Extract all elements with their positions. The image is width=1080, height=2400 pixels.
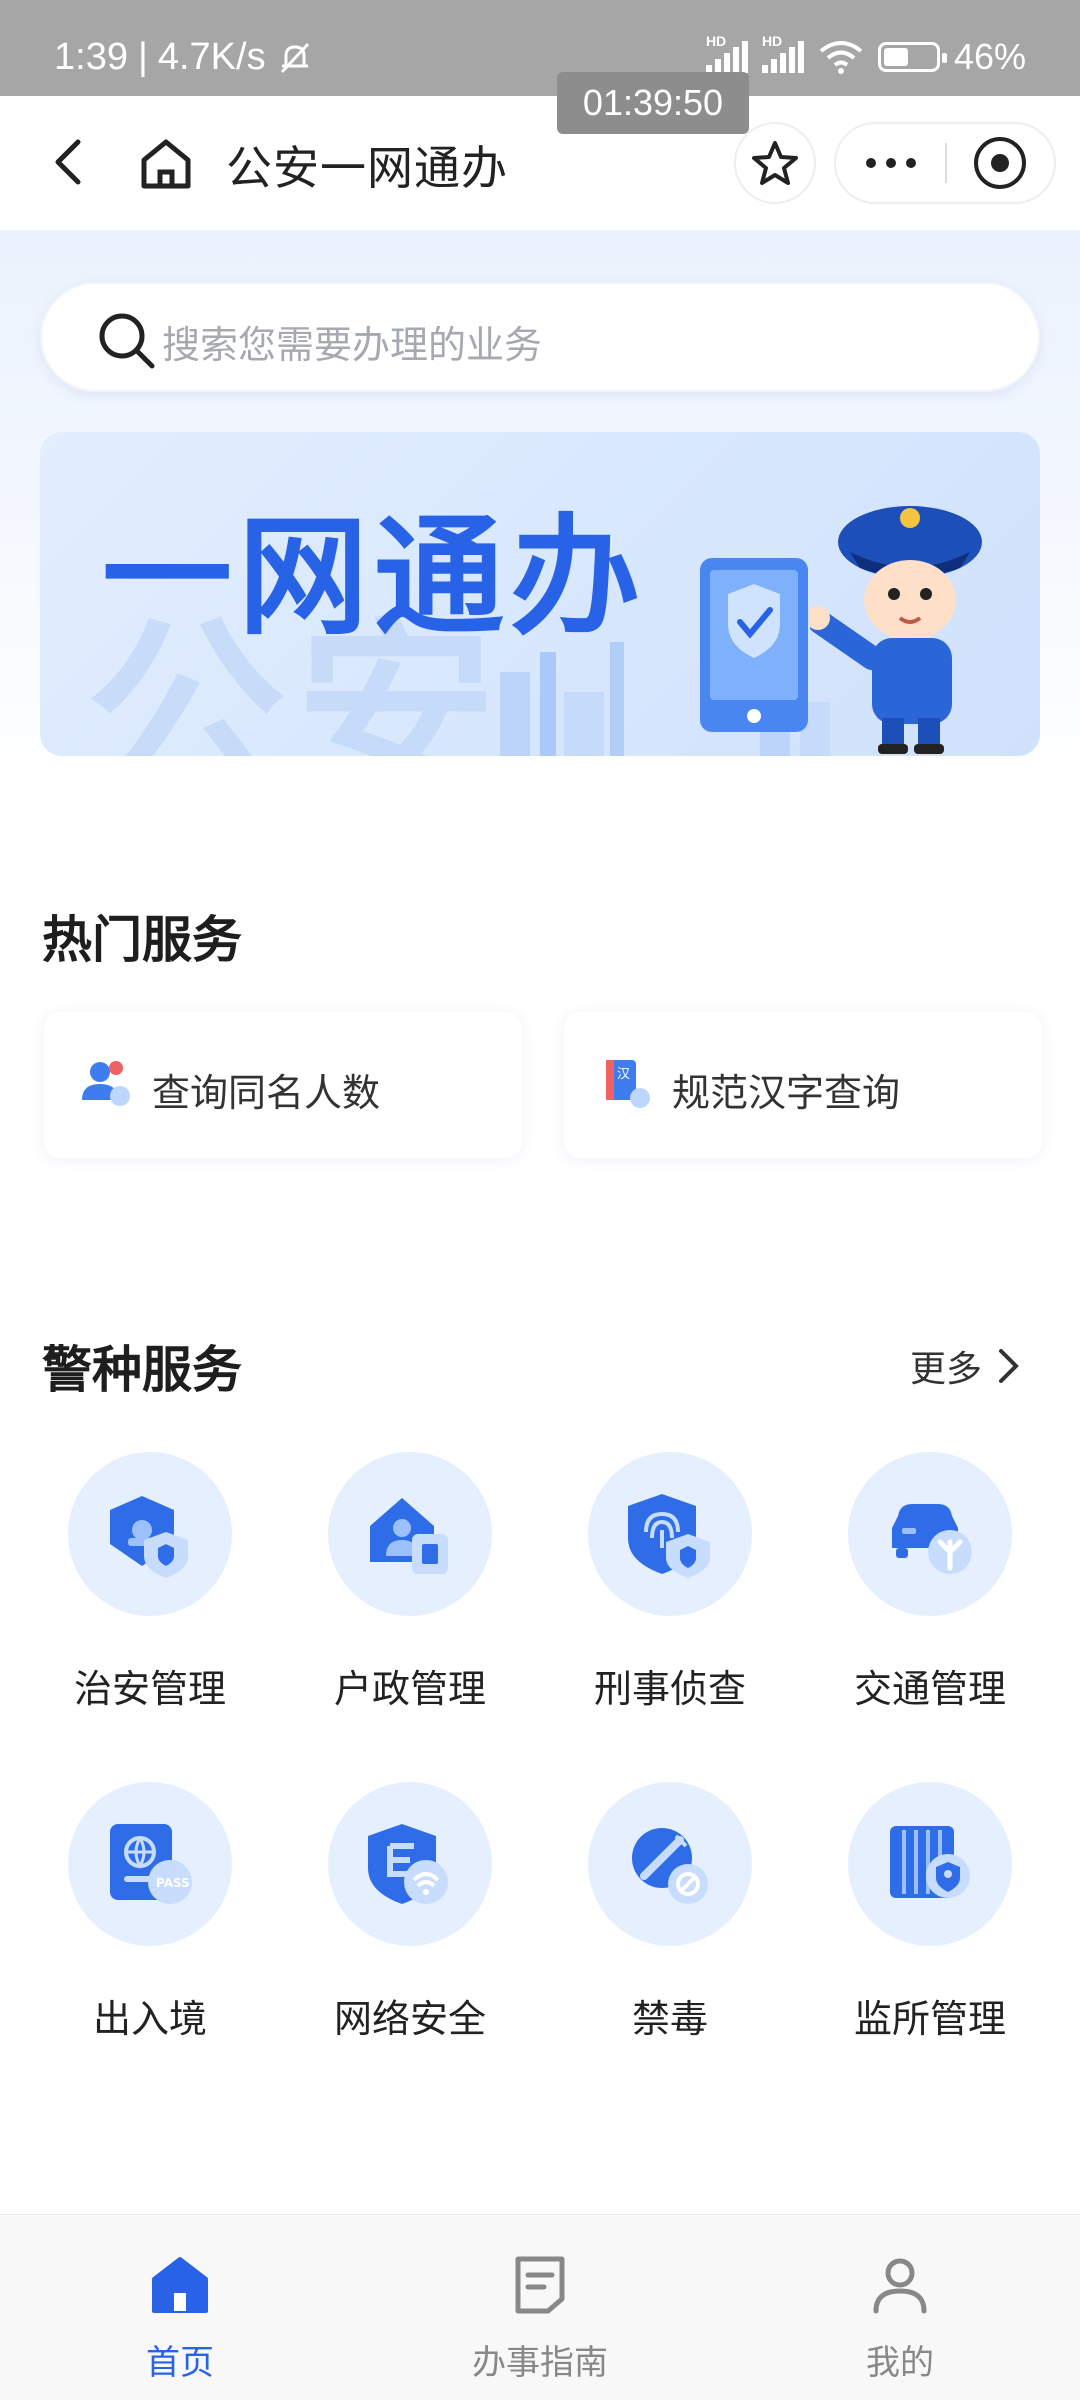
status-left: 1:39 | 4.7K/s bbox=[54, 36, 314, 79]
service-anti-drug[interactable]: 禁毒 bbox=[536, 1782, 776, 2062]
close-miniprogram-button[interactable] bbox=[947, 135, 1054, 191]
cyber-security-icon bbox=[368, 1824, 448, 1904]
more-label: 更多 bbox=[909, 1349, 982, 1390]
banner[interactable]: 公安 一网通办 bbox=[40, 432, 1040, 756]
service-label: 刑事侦查 bbox=[593, 1667, 746, 1711]
svg-text:汉: 汉 bbox=[617, 1067, 630, 1082]
signal-icon-2: HD bbox=[761, 33, 804, 73]
wifi-icon bbox=[819, 41, 863, 74]
service-public-security[interactable]: 治安管理 bbox=[16, 1452, 256, 1732]
public-security-shield-icon bbox=[110, 1496, 188, 1578]
chinese-character-book-icon: 汉 bbox=[606, 1060, 650, 1108]
prison-management-icon bbox=[890, 1826, 970, 1898]
guide-document-icon bbox=[515, 2256, 565, 2314]
service-icon-circle bbox=[588, 1452, 752, 1616]
nav-label: 首页 bbox=[146, 2343, 214, 2383]
service-icon-circle bbox=[848, 1452, 1012, 1616]
hot-service-card[interactable]: 查询同名人数 bbox=[44, 1012, 522, 1158]
status-time: 1:39 bbox=[54, 36, 128, 78]
service-label: 监所管理 bbox=[853, 1997, 1006, 2041]
search-bar[interactable]: 搜索您需要办理的业务 bbox=[40, 282, 1040, 392]
service-icon-circle: PASS bbox=[68, 1782, 232, 1946]
service-label: 治安管理 bbox=[73, 1667, 226, 1711]
household-registration-icon bbox=[370, 1498, 448, 1574]
hot-service-label: 规范汉字查询 bbox=[672, 1071, 901, 1115]
police-services-title: 警种服务 bbox=[42, 1341, 242, 1399]
search-icon bbox=[99, 313, 155, 369]
battery-level: 46% bbox=[953, 36, 1026, 77]
service-icon-circle bbox=[328, 1782, 492, 1946]
bottom-navigation: 首页 办事指南 我的 bbox=[0, 2214, 1080, 2400]
home-icon[interactable] bbox=[134, 132, 198, 196]
capsule-menu bbox=[834, 122, 1056, 204]
network-speed: 4.7K/s bbox=[157, 36, 266, 78]
signal-icon: HD bbox=[705, 33, 748, 73]
service-label: 户政管理 bbox=[333, 1667, 486, 1711]
more-link[interactable]: 更多 bbox=[910, 1340, 1022, 1392]
status-bar: 1:39 | 4.7K/s HD HD 46% bbox=[0, 0, 1080, 96]
star-icon bbox=[752, 141, 798, 185]
more-menu-icon[interactable] bbox=[836, 158, 945, 168]
service-traffic[interactable]: 交通管理 bbox=[796, 1452, 1036, 1732]
banner-title: 一网通办 bbox=[102, 501, 647, 653]
passport-icon: PASS bbox=[110, 1824, 192, 1904]
service-label: 交通管理 bbox=[853, 1667, 1006, 1711]
favorite-button[interactable] bbox=[734, 122, 816, 204]
nav-home[interactable]: 首页 bbox=[60, 2215, 300, 2400]
profile-icon bbox=[873, 2258, 927, 2314]
service-icon-circle bbox=[588, 1782, 752, 1946]
service-label: 出入境 bbox=[92, 1997, 207, 2041]
police-mascot-illustration bbox=[810, 506, 982, 754]
back-arrow-icon[interactable] bbox=[40, 132, 100, 192]
service-label: 禁毒 bbox=[631, 1997, 708, 2041]
home-icon bbox=[152, 2257, 208, 2313]
service-icon-circle bbox=[848, 1782, 1012, 1946]
service-prison-management[interactable]: 监所管理 bbox=[796, 1782, 1036, 2062]
service-cyber-security[interactable]: 网络安全 bbox=[276, 1782, 516, 2062]
fingerprint-shield-icon bbox=[628, 1494, 710, 1578]
chevron-right-icon bbox=[999, 1349, 1019, 1383]
target-close-icon bbox=[974, 137, 1027, 189]
battery-icon bbox=[877, 42, 947, 72]
service-criminal-investigation[interactable]: 刑事侦查 bbox=[536, 1452, 776, 1732]
user-search-icon bbox=[82, 1061, 130, 1106]
mute-bell-icon bbox=[280, 42, 309, 73]
status-right: HD HD 46% bbox=[705, 33, 1026, 78]
nav-profile[interactable]: 我的 bbox=[780, 2215, 1020, 2400]
nav-label: 我的 bbox=[866, 2343, 934, 2383]
service-exit-entry[interactable]: PASS 出入境 bbox=[16, 1782, 256, 2062]
phone-shield-illustration bbox=[700, 558, 808, 732]
service-icon-circle bbox=[328, 1452, 492, 1616]
hot-services-title: 热门服务 bbox=[42, 911, 242, 969]
page-title: 公安一网通办 bbox=[226, 141, 508, 195]
recording-timer: 01:39:50 bbox=[557, 72, 749, 134]
search-input[interactable]: 搜索您需要办理的业务 bbox=[162, 314, 542, 369]
service-label: 网络安全 bbox=[333, 1997, 486, 2041]
anti-drug-icon bbox=[632, 1828, 708, 1904]
hot-service-label: 查询同名人数 bbox=[152, 1071, 381, 1115]
nav-label: 办事指南 bbox=[472, 2343, 608, 2383]
svg-text:PASS: PASS bbox=[156, 1876, 190, 1890]
hot-service-card[interactable]: 汉 规范汉字查询 bbox=[564, 1012, 1042, 1158]
nav-guide[interactable]: 办事指南 bbox=[420, 2215, 660, 2400]
traffic-car-icon bbox=[892, 1504, 972, 1574]
service-household[interactable]: 户政管理 bbox=[276, 1452, 516, 1732]
service-icon-circle bbox=[68, 1452, 232, 1616]
mini-program-header: 公安一网通办 bbox=[0, 96, 1080, 230]
